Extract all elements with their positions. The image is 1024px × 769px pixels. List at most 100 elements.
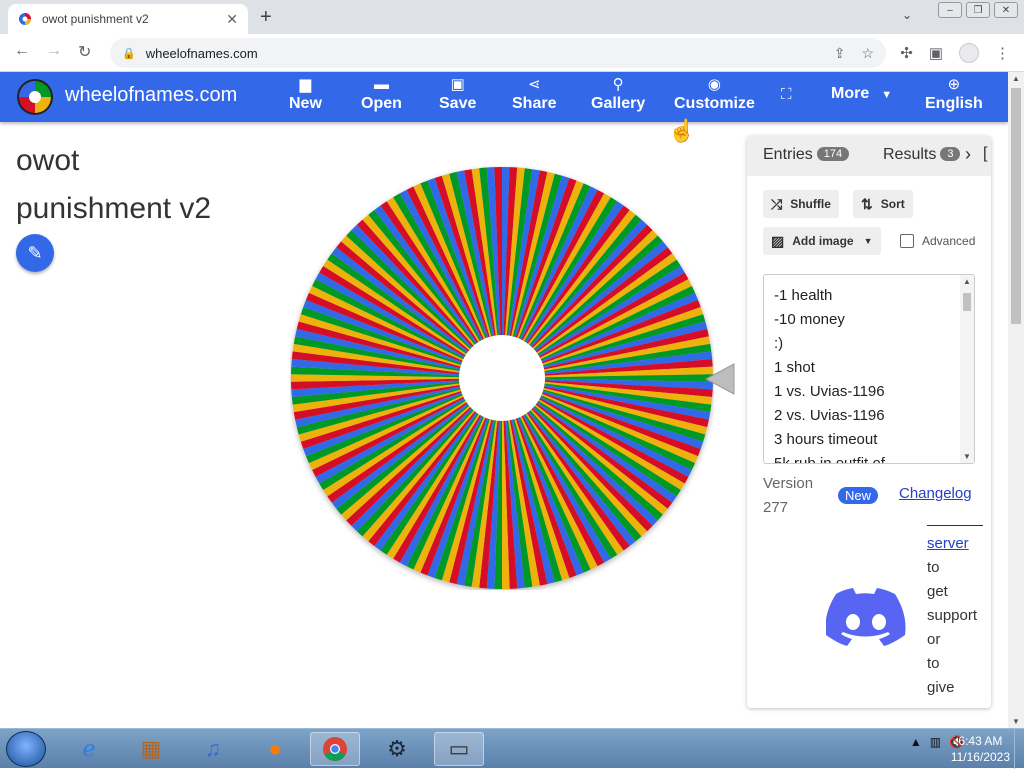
panel-tabs: Entries 174 Results 3 › [ xyxy=(747,136,991,176)
minimize-button[interactable]: – xyxy=(938,2,962,18)
entry-line: -1 health xyxy=(774,287,833,304)
extensions-puzzle-icon[interactable]: ✣ xyxy=(900,44,913,62)
wheel[interactable] xyxy=(290,166,714,590)
network-icon[interactable]: ▥ xyxy=(930,735,941,749)
brand-name[interactable]: wheelofnames.com xyxy=(65,84,237,107)
entry-line: 1 vs. Uvias-1196 xyxy=(774,383,885,400)
shuffle-icon: ⤮ xyxy=(771,195,783,212)
internet-explorer-icon[interactable]: ℯ xyxy=(64,732,114,766)
browser-tab[interactable]: owot punishment v2 ✕ xyxy=(8,4,248,34)
edit-title-button[interactable]: ✎ xyxy=(16,234,54,272)
tray-expand-icon[interactable]: ▲ xyxy=(910,735,922,749)
side-panel-icon[interactable]: ▣ xyxy=(929,44,943,62)
browser-toolbar: ← → ↻ 🔒 wheelofnames.com ⇪ ☆ ✣ ▣ ⋮ xyxy=(0,34,1024,72)
share-page-icon[interactable]: ⇪ xyxy=(834,45,846,62)
customize-button[interactable]: ◉ Customize xyxy=(674,74,755,113)
gallery-button[interactable]: ⚲ Gallery xyxy=(591,74,645,113)
hand-cursor-icon: ☝ xyxy=(668,118,696,143)
add-image-button[interactable]: ▨ Add image ▼ xyxy=(763,227,881,255)
address-bar[interactable]: 🔒 wheelofnames.com ⇪ ☆ xyxy=(110,38,886,68)
scroll-down-icon[interactable]: ▼ xyxy=(963,452,971,461)
tab-search-chevron-icon[interactable]: ⌄ xyxy=(902,8,912,22)
entry-line: :) xyxy=(774,335,784,352)
entry-line: 5k rub in outfit of xyxy=(774,455,885,464)
checkbox[interactable] xyxy=(900,234,914,248)
page-scrollbar[interactable]: ▲ ▼ xyxy=(1008,72,1024,728)
more-menu-button[interactable]: More ▼ xyxy=(831,85,893,103)
palette-icon: ◉ xyxy=(707,76,721,93)
browser-menu-icon[interactable]: ⋮ xyxy=(995,44,1010,62)
entries-panel: Entries 174 Results 3 › [ ⤮ Shuffle ⇅ Sort… xyxy=(747,136,991,708)
window-controls: – ❐ ✕ xyxy=(938,0,1018,20)
save-button[interactable]: ▣ Save xyxy=(439,74,476,113)
chrome-icon[interactable] xyxy=(310,732,360,766)
entries-textarea[interactable]: -1 health -10 money :) 1 shot 1 vs. Uvia… xyxy=(763,274,975,464)
discord-logo-icon[interactable] xyxy=(826,588,908,650)
remote-desktop-icon[interactable]: ▭ xyxy=(434,732,484,766)
firefox-icon[interactable]: ● xyxy=(250,732,300,766)
scroll-down-icon[interactable]: ▼ xyxy=(1012,717,1020,726)
entries-scrollbar[interactable]: ▲ ▼ xyxy=(960,275,974,463)
chevron-right-icon[interactable]: › xyxy=(965,144,971,165)
bookmark-star-icon[interactable]: ☆ xyxy=(861,45,874,62)
scroll-up-icon[interactable]: ▲ xyxy=(963,277,971,286)
sort-button[interactable]: ⇅ Sort xyxy=(853,190,913,218)
globe-icon: ⊕ xyxy=(947,76,961,93)
discord-text: server to get support or to give xyxy=(927,532,977,700)
scrollbar-thumb[interactable] xyxy=(963,293,971,311)
discord-server-link[interactable]: server xyxy=(927,532,977,556)
open-button[interactable]: ▬ Open xyxy=(361,74,402,113)
steam-icon[interactable]: ⚙ xyxy=(372,732,422,766)
results-count-badge: 3 xyxy=(940,147,961,161)
wheel-center-hub[interactable] xyxy=(459,335,545,421)
file-manager-icon[interactable]: ▦ xyxy=(126,732,176,766)
search-icon: ⚲ xyxy=(612,76,624,93)
lock-icon: 🔒 xyxy=(122,47,136,60)
file-icon: ▆ xyxy=(299,76,312,93)
taskbar-clock[interactable]: 6:43 AM 11/16/2023 xyxy=(951,733,1010,765)
share-icon: ⋖ xyxy=(527,76,541,93)
itunes-icon[interactable]: ♫ xyxy=(188,732,238,766)
advanced-checkbox[interactable]: Advanced xyxy=(900,234,975,248)
new-button[interactable]: ▆ New xyxy=(289,74,322,113)
wheel-svg[interactable] xyxy=(290,166,714,590)
site-favicon-icon xyxy=(19,13,31,25)
restore-button[interactable]: ❐ xyxy=(966,2,990,18)
close-window-button[interactable]: ✕ xyxy=(994,2,1018,18)
chevron-down-icon: ▼ xyxy=(863,236,873,246)
version-info: Version 277 xyxy=(763,475,814,516)
scroll-up-icon[interactable]: ▲ xyxy=(1012,74,1020,83)
floppy-disk-icon: ▣ xyxy=(450,76,465,93)
new-tab-button[interactable]: + xyxy=(260,6,272,29)
page-scrollbar-thumb[interactable] xyxy=(1011,88,1021,324)
divider xyxy=(927,525,983,526)
wheel-pointer-icon xyxy=(704,363,735,395)
start-button[interactable] xyxy=(6,731,46,767)
forward-arrow-icon[interactable]: → xyxy=(46,42,62,60)
entry-line: 3 hours timeout xyxy=(774,431,878,448)
wheelofnames-logo-icon[interactable] xyxy=(16,78,54,116)
fullscreen-icon: ⛶ xyxy=(781,86,792,103)
image-icon: ▨ xyxy=(771,232,785,249)
show-desktop-button[interactable] xyxy=(1014,729,1024,769)
language-button[interactable]: ⊕ English xyxy=(925,74,983,113)
entry-line: 2 vs. Uvias-1196 xyxy=(774,407,885,424)
changelog-link[interactable]: Changelog xyxy=(899,485,972,502)
fullscreen-button[interactable]: ⛶ xyxy=(781,84,792,106)
sort-icon: ⇅ xyxy=(861,195,873,212)
tab-results[interactable]: Results 3 xyxy=(883,146,961,164)
windows-taskbar: ℯ ▦ ♫ ● ⚙ ▭ ▲ ▥ 🔇 6:43 AM 11/16/2023 xyxy=(0,728,1024,769)
url-text: wheelofnames.com xyxy=(145,45,258,61)
browser-tab-title: owot punishment v2 xyxy=(42,12,149,26)
folder-open-icon: ▬ xyxy=(373,76,389,93)
chevron-down-icon: ▼ xyxy=(881,88,893,101)
shuffle-button[interactable]: ⤮ Shuffle xyxy=(763,190,839,218)
reload-icon[interactable]: ↻ xyxy=(78,42,91,62)
tab-entries[interactable]: Entries 174 xyxy=(763,146,850,164)
profile-avatar[interactable] xyxy=(959,43,979,63)
share-button[interactable]: ⋖ Share xyxy=(512,74,556,113)
entries-count-badge: 174 xyxy=(816,147,850,161)
close-tab-icon[interactable]: ✕ xyxy=(226,11,238,28)
new-badge: New xyxy=(838,487,879,504)
back-arrow-icon[interactable]: ← xyxy=(14,42,30,60)
